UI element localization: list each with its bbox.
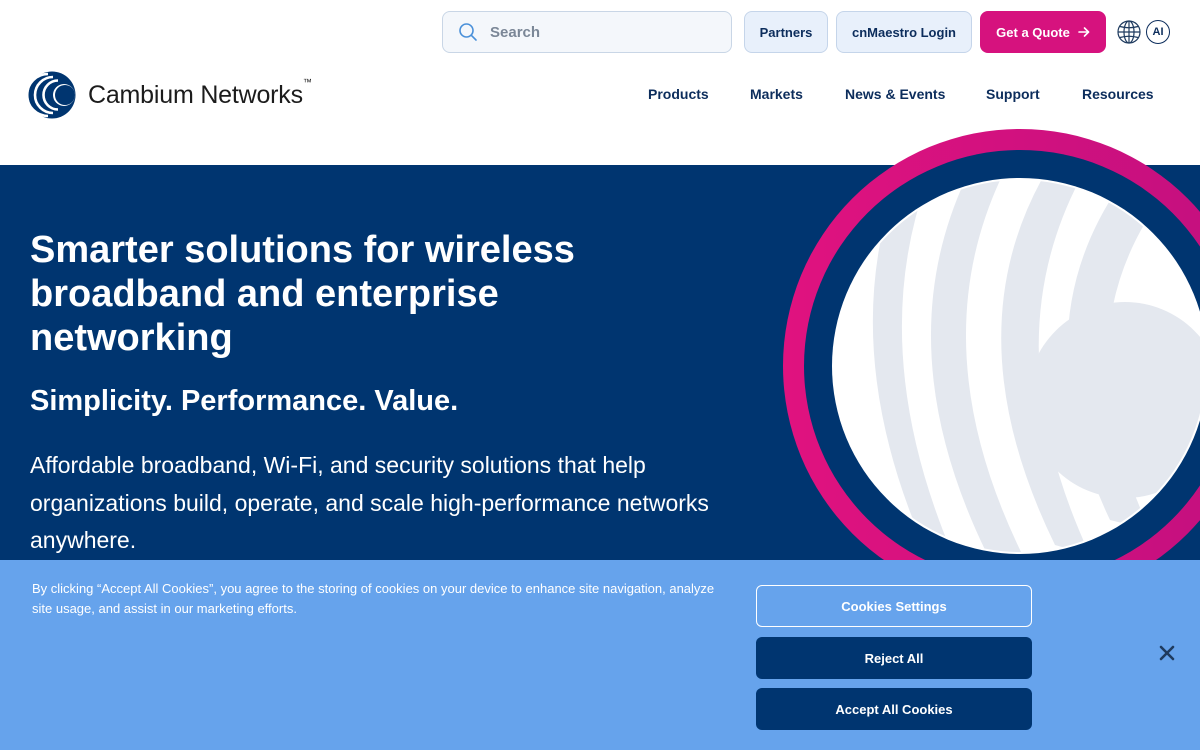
hero-section: Smarter solutions for wireless broadband… — [0, 165, 1200, 560]
cookies-settings-label: Cookies Settings — [841, 598, 947, 614]
nav-support[interactable]: Support — [986, 86, 1040, 104]
accept-all-label: Accept All Cookies — [835, 701, 953, 717]
nav-markets[interactable]: Markets — [750, 86, 803, 104]
arrow-right-icon — [1078, 27, 1090, 37]
globe-icon[interactable] — [1116, 19, 1142, 45]
accept-all-cookies-button[interactable]: Accept All Cookies — [756, 688, 1032, 730]
cookie-banner: By clicking “Accept All Cookies”, you ag… — [0, 560, 1200, 750]
hero-description: Affordable broadband, Wi-Fi, and securit… — [30, 452, 709, 553]
ai-label: AI — [1152, 26, 1164, 38]
get-a-quote-button[interactable]: Get a Quote — [980, 11, 1106, 53]
partners-button-label: Partners — [759, 24, 813, 40]
reject-all-label: Reject All — [864, 650, 924, 666]
nav-products[interactable]: Products — [648, 86, 709, 104]
ai-assistant-button[interactable]: AI — [1146, 20, 1170, 44]
logo-wordmark: Cambium Networks™ — [88, 76, 312, 109]
search-input[interactable] — [490, 23, 710, 41]
cookie-notice-text: By clicking “Accept All Cookies”, you ag… — [32, 581, 715, 616]
nav-news-events[interactable]: News & Events — [845, 86, 945, 104]
reject-all-button[interactable]: Reject All — [756, 637, 1032, 679]
cambium-logo-icon — [28, 71, 76, 119]
cambium-logo[interactable]: Cambium Networks™ — [28, 71, 312, 119]
hero-title: Smarter solutions for wireless broadband… — [30, 229, 575, 359]
site-header: Partners cnMaestro Login Get a Quote AI … — [0, 0, 1200, 165]
partners-button[interactable]: Partners — [744, 11, 828, 53]
cookies-settings-button[interactable]: Cookies Settings — [756, 585, 1032, 627]
cnmaestro-login-label: cnMaestro Login — [851, 24, 956, 40]
nav-resources[interactable]: Resources — [1082, 86, 1154, 104]
hero-subtitle: Simplicity. Performance. Value. — [30, 385, 459, 417]
close-icon[interactable] — [1158, 644, 1176, 662]
get-a-quote-label: Get a Quote — [996, 24, 1070, 40]
search-icon — [459, 23, 477, 41]
search-box[interactable] — [442, 11, 732, 53]
cnmaestro-login-button[interactable]: cnMaestro Login — [836, 11, 972, 53]
